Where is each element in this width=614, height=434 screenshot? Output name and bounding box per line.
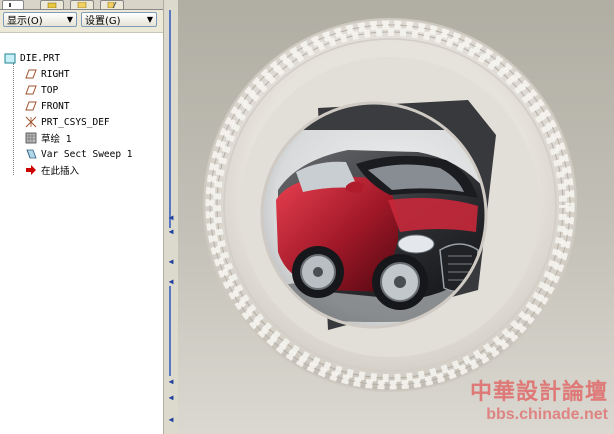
part-icon xyxy=(4,53,16,64)
collapse-left-icon[interactable]: ◀ xyxy=(168,228,174,236)
datum-plane-icon xyxy=(25,69,37,79)
tree-icon xyxy=(9,3,11,7)
collapse-left-icon[interactable]: ◀ xyxy=(168,214,174,222)
panel-tab-strip xyxy=(0,0,163,10)
tree-item-front[interactable]: FRONT xyxy=(25,98,70,114)
tree-item-label: PRT_CSYS_DEF xyxy=(41,116,110,128)
panel-splitter[interactable]: ◀ ◀ ◀ ◀ ◀ ◀ ◀ xyxy=(163,0,179,434)
tree-connector-line xyxy=(13,63,14,175)
collapse-left-icon[interactable]: ◀ xyxy=(168,278,174,286)
collapse-left-icon[interactable]: ◀ xyxy=(168,394,174,402)
chevron-down-icon: ▼ xyxy=(146,15,153,24)
tree-item-insert-here[interactable]: 在此插入 xyxy=(25,162,79,178)
tab-favorites[interactable] xyxy=(70,0,94,9)
model-tree-panel: 显示(O) ▼ 设置(G) ▼ DIE.PRT RIGHT TOP FRONT … xyxy=(0,0,164,434)
datum-plane-icon xyxy=(25,85,37,95)
tree-item-die-prt[interactable]: DIE.PRT xyxy=(4,50,60,66)
tree-item-label: 在此插入 xyxy=(41,166,80,177)
tree-item-label: FRONT xyxy=(41,100,70,112)
collapse-left-icon[interactable]: ◀ xyxy=(168,416,174,424)
insert-here-arrow-icon xyxy=(26,165,36,175)
collapse-left-icon[interactable]: ◀ xyxy=(168,258,174,266)
graphics-viewport[interactable]: 中華設計論壇 bbs.chinade.net xyxy=(178,0,614,434)
watermark-title: 中華設計論壇 xyxy=(469,379,608,405)
model-tree-toolbar: 显示(O) ▼ 设置(G) ▼ xyxy=(0,10,163,33)
tree-item-prt-csys-def[interactable]: PRT_CSYS_DEF xyxy=(25,114,110,130)
favorites-icon xyxy=(77,2,87,8)
tree-item-label: DIE.PRT xyxy=(20,52,61,64)
chevron-down-icon: ▼ xyxy=(66,15,73,24)
tree-item-label: TOP xyxy=(41,84,59,96)
tab-folder-browser[interactable] xyxy=(40,0,64,9)
sweep-icon xyxy=(26,149,37,159)
tab-model-tree[interactable] xyxy=(2,0,24,9)
splitter-track-upper xyxy=(169,10,171,228)
show-menu-label: 显示(O) xyxy=(7,16,43,27)
model-render xyxy=(203,18,577,392)
tree-item-label: RIGHT xyxy=(41,68,70,80)
tree-item-label: Var Sect Sweep 1 xyxy=(41,148,133,160)
folder-icon xyxy=(47,2,57,8)
connections-icon xyxy=(107,2,117,8)
settings-menu-button[interactable]: 设置(G) ▼ xyxy=(81,12,157,27)
coordinate-system-icon xyxy=(25,116,37,128)
tree-item-var-sect-sweep-1[interactable]: Var Sect Sweep 1 xyxy=(25,146,133,162)
tree-item-label: 草绘 1 xyxy=(41,134,72,145)
watermark-url: bbs.chinade.net xyxy=(486,406,608,423)
settings-menu-label: 设置(G) xyxy=(85,16,121,27)
tree-item-top[interactable]: TOP xyxy=(25,82,58,98)
watermark: 中華設計論壇 bbs.chinade.net xyxy=(470,374,608,424)
tab-connections[interactable] xyxy=(100,0,124,9)
tree-item-sketch-1[interactable]: 草绘 1 xyxy=(25,130,71,146)
splitter-track-middle xyxy=(169,286,171,376)
datum-plane-icon xyxy=(25,101,37,111)
show-menu-button[interactable]: 显示(O) ▼ xyxy=(3,12,77,27)
tree-item-right[interactable]: RIGHT xyxy=(25,66,70,82)
sketch-icon xyxy=(25,132,37,144)
collapse-left-icon[interactable]: ◀ xyxy=(168,378,174,386)
